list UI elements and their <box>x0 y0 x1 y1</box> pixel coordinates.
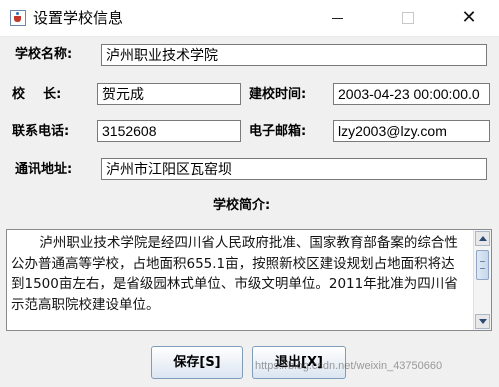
email-input[interactable]: lzy2003@lzy.com <box>333 120 490 142</box>
title-bar: 设置学校信息 ✕ <box>0 0 499 37</box>
window-title: 设置学校信息 <box>33 9 124 27</box>
founded-date-label: 建校时间: <box>249 87 307 102</box>
intro-textarea[interactable]: 泸州职业技术学院是经四川省人民政府批准、国家教育部备案的综合性公办普通高等学校，… <box>6 229 492 331</box>
maximize-icon[interactable] <box>384 0 430 36</box>
school-name-input[interactable]: 泸州职业技术学院 <box>101 44 487 66</box>
scroll-up-arrow-icon[interactable] <box>475 231 490 246</box>
principal-input[interactable]: 贺元成 <box>97 83 241 105</box>
close-icon[interactable]: ✕ <box>446 0 492 36</box>
principal-label: 校 长: <box>12 87 62 102</box>
founded-date-input[interactable]: 2003-04-23 00:00:00.0 <box>333 83 490 105</box>
scroll-thumb[interactable] <box>476 250 489 280</box>
school-name-label: 学校名称: <box>15 47 73 62</box>
address-input[interactable]: 泸州市江阳区瓦窑坝 <box>101 158 487 180</box>
exit-button[interactable]: 退出[X] <box>252 346 346 379</box>
email-label: 电子邮箱: <box>249 124 307 139</box>
intro-text[interactable]: 泸州职业技术学院是经四川省人民政府批准、国家教育部备案的综合性公办普通高等学校，… <box>11 233 467 315</box>
phone-input[interactable]: 3152608 <box>97 120 241 142</box>
save-button[interactable]: 保存[S] <box>151 346 243 379</box>
java-app-icon <box>10 10 26 26</box>
scroll-down-arrow-icon[interactable] <box>475 314 490 329</box>
phone-label: 联系电话: <box>12 124 70 139</box>
vertical-scrollbar[interactable] <box>473 230 491 330</box>
intro-label: 学校简介: <box>213 198 271 213</box>
address-label: 通讯地址: <box>15 162 73 177</box>
minimize-icon[interactable] <box>315 0 361 36</box>
